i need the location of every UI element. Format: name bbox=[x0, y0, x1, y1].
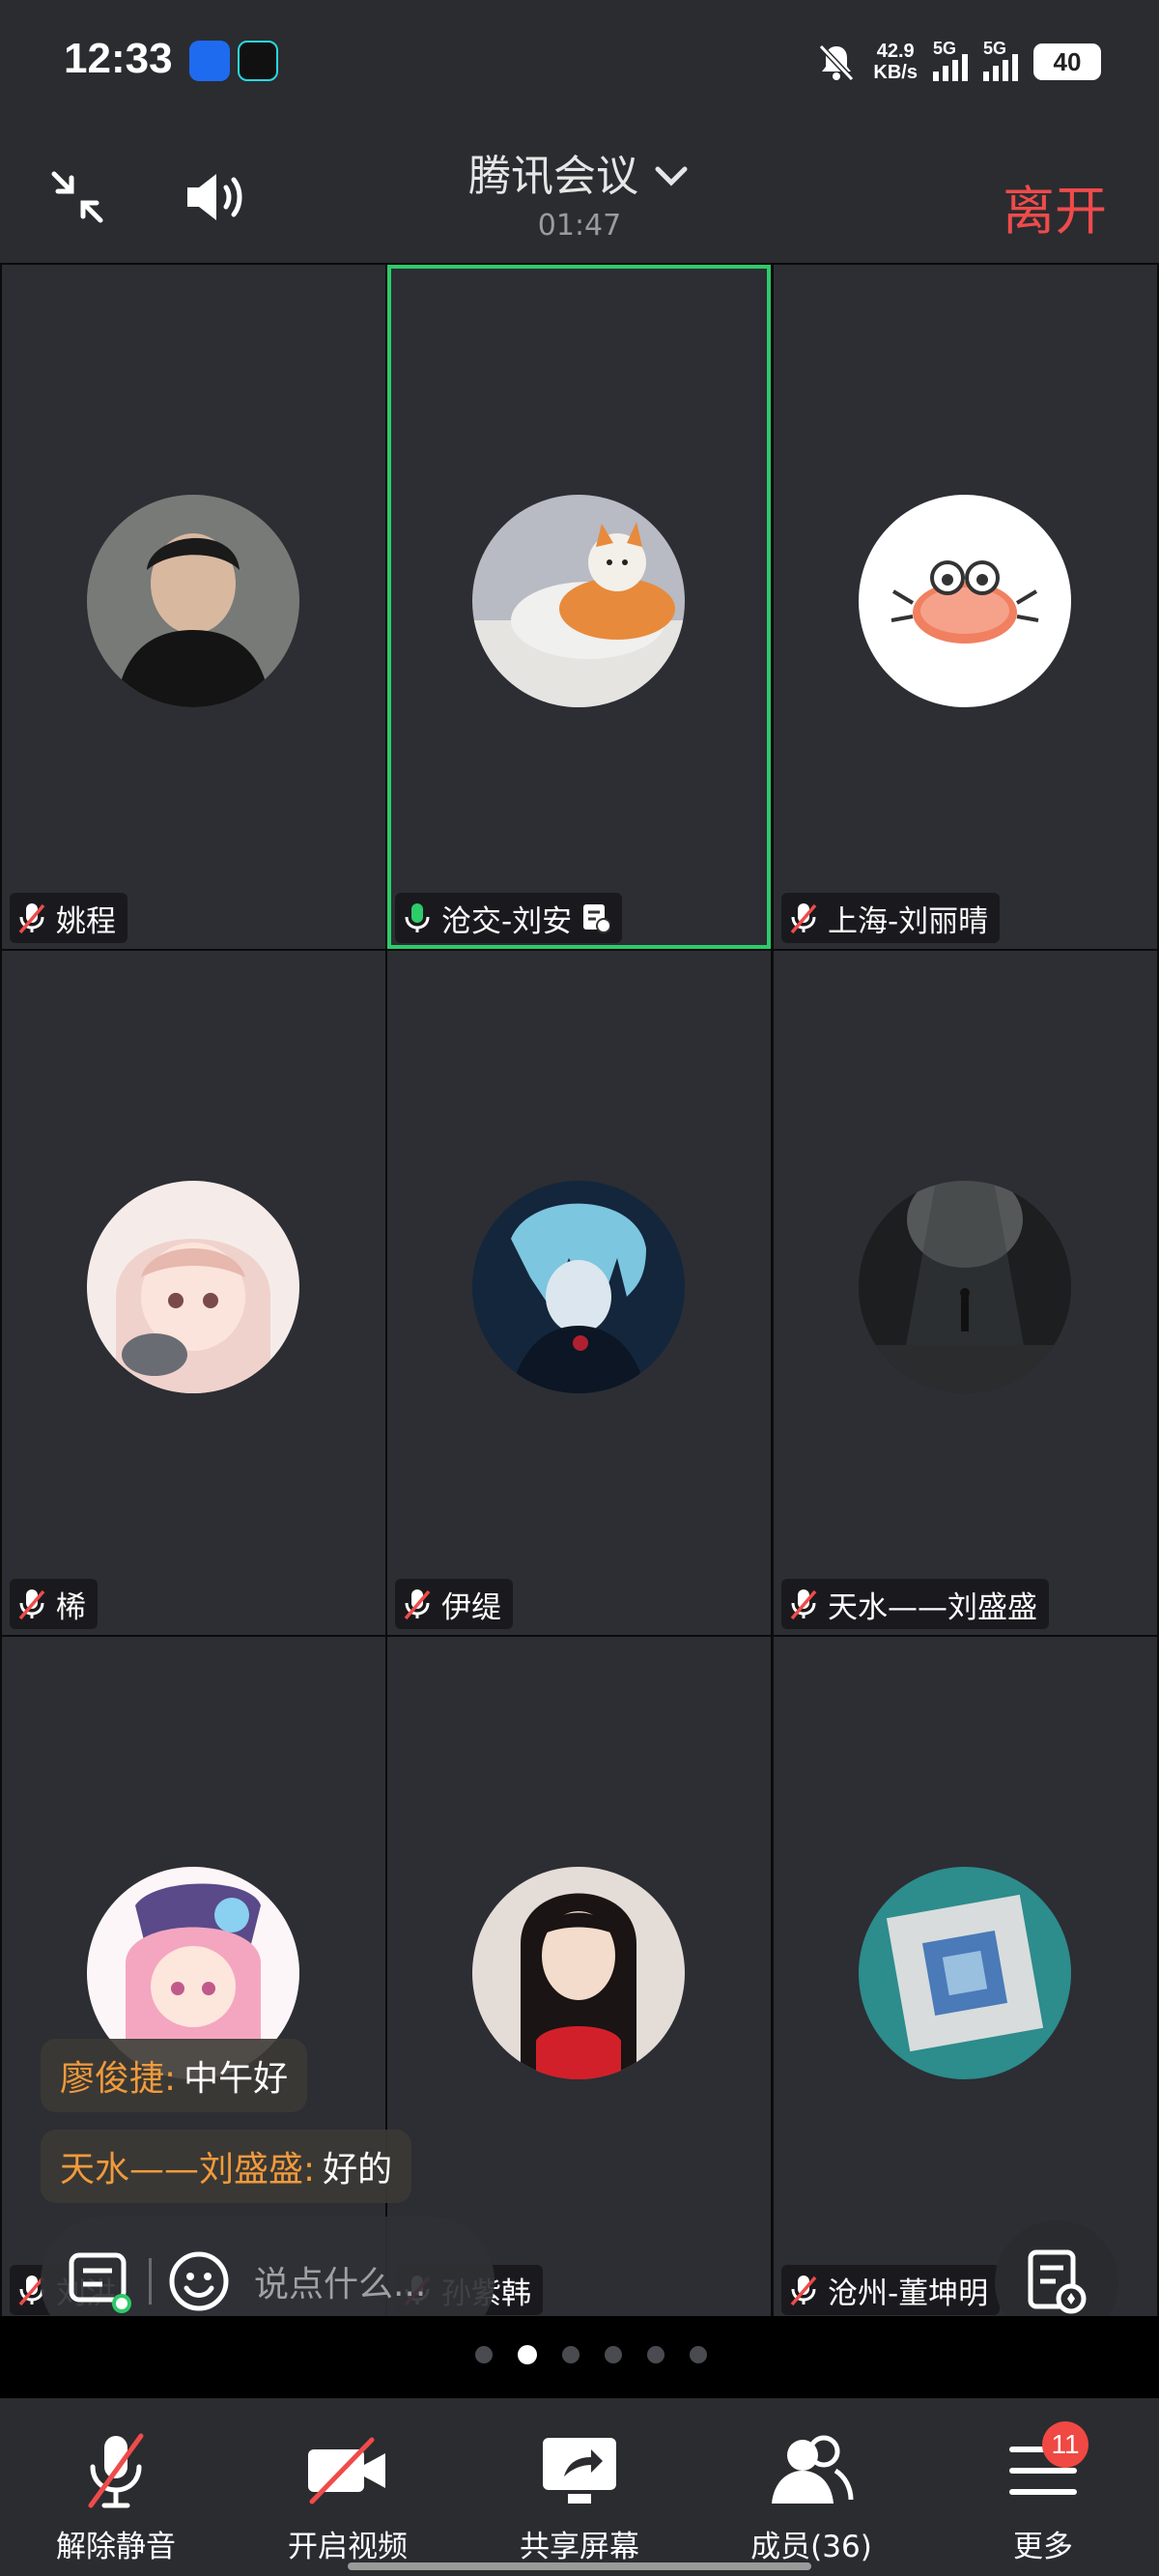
signal-icon: 5G bbox=[983, 39, 1018, 81]
participant-tile[interactable]: 天水——刘盛盛 bbox=[774, 951, 1157, 1635]
chat-message: 天水——刘盛盛: 好的 bbox=[41, 2130, 412, 2203]
members-icon bbox=[768, 2432, 855, 2509]
net-speed-unit: KB/s bbox=[873, 62, 918, 83]
status-time: 12:33 bbox=[64, 35, 173, 82]
divider bbox=[149, 2258, 152, 2304]
leave-button[interactable]: 离开 bbox=[1003, 168, 1107, 244]
chat-sender: 廖俊捷: bbox=[60, 2059, 177, 2099]
participant-grid: 姚程 沧交-刘安 上海-刘丽晴 桸 伊缇 天水——刘盛盛 沧州-董坤明 bbox=[0, 263, 1159, 2321]
participant-tile[interactable]: 沧交-刘安 bbox=[387, 265, 771, 949]
signal-label: 5G bbox=[933, 39, 957, 58]
meeting-title-text: 腾讯会议 bbox=[468, 152, 638, 201]
participant-name: 沧交-刘安 bbox=[441, 903, 573, 939]
home-indicator[interactable] bbox=[348, 2562, 811, 2570]
avatar bbox=[87, 495, 299, 707]
meeting-title[interactable]: 腾讯会议 bbox=[0, 141, 1159, 203]
participant-namebar: 沧交-刘安 bbox=[395, 893, 623, 943]
video-label: 开启视频 bbox=[288, 2530, 408, 2564]
net-speed: 42.9 KB/s bbox=[873, 41, 918, 83]
participant-name: 天水——刘盛盛 bbox=[828, 1589, 1037, 1625]
mic-muted-icon bbox=[17, 1588, 46, 1620]
participant-namebar: 天水——刘盛盛 bbox=[781, 1579, 1049, 1629]
meeting-header: 腾讯会议 01:47 离开 bbox=[0, 124, 1159, 263]
emoji-icon[interactable] bbox=[167, 2249, 231, 2313]
mic-muted-icon bbox=[789, 902, 818, 934]
start-video-button[interactable]: 开启视频 bbox=[232, 2398, 464, 2576]
participant-namebar: 桸 bbox=[10, 1579, 98, 1629]
page-dot[interactable] bbox=[605, 2346, 622, 2363]
chat-placeholder: 说点什么... bbox=[254, 2265, 427, 2304]
chat-text: 好的 bbox=[323, 2150, 393, 2190]
app-badge-icon bbox=[189, 41, 230, 81]
battery-icon: 40 bbox=[1033, 43, 1101, 80]
participant-name: 伊缇 bbox=[441, 1589, 501, 1625]
page-dot[interactable] bbox=[690, 2346, 707, 2363]
participant-tile[interactable]: 伊缇 bbox=[387, 951, 771, 1635]
mic-muted-icon bbox=[81, 2430, 151, 2511]
notification-badge: 11 bbox=[1042, 2421, 1088, 2468]
participant-namebar: 伊缇 bbox=[395, 1579, 513, 1629]
more-label: 更多 bbox=[1013, 2530, 1073, 2564]
avatar bbox=[859, 495, 1071, 707]
mic-muted-icon bbox=[789, 2274, 818, 2306]
chat-sender: 天水——刘盛盛: bbox=[60, 2150, 316, 2190]
mic-muted-icon bbox=[17, 902, 46, 934]
tiktok-icon bbox=[238, 41, 278, 81]
chat-message: 廖俊捷: 中午好 bbox=[41, 2039, 308, 2112]
page-dot[interactable] bbox=[475, 2346, 493, 2363]
notes-icon bbox=[1025, 2248, 1088, 2316]
page-indicator bbox=[0, 2316, 1159, 2393]
avatar bbox=[472, 1867, 685, 2079]
avatar bbox=[472, 1181, 685, 1393]
mic-muted-icon bbox=[789, 1588, 818, 1620]
participant-tile[interactable]: 上海-刘丽晴 bbox=[774, 265, 1157, 949]
meeting-duration: 01:47 bbox=[537, 209, 622, 243]
avatar bbox=[859, 1867, 1071, 2079]
members-label: 成员(36) bbox=[750, 2530, 872, 2564]
bottom-toolbar: 解除静音 开启视频 共享屏幕 成员(36) 11 更多 bbox=[0, 2398, 1159, 2576]
share-screen-icon bbox=[539, 2434, 620, 2507]
share-label: 共享屏幕 bbox=[520, 2530, 639, 2564]
unmute-button[interactable]: 解除静音 bbox=[0, 2398, 232, 2576]
share-screen-button[interactable]: 共享屏幕 bbox=[464, 2398, 695, 2576]
avatar bbox=[87, 1181, 299, 1393]
chat-toggle-icon[interactable] bbox=[66, 2247, 133, 2315]
members-button[interactable]: 成员(36) bbox=[695, 2398, 927, 2576]
chat-text: 中午好 bbox=[184, 2059, 289, 2099]
video-off-icon bbox=[304, 2436, 391, 2505]
avatar bbox=[859, 1181, 1071, 1393]
net-speed-value: 42.9 bbox=[876, 41, 915, 62]
mic-muted-icon bbox=[403, 1588, 432, 1620]
participant-namebar: 姚程 bbox=[10, 893, 127, 943]
participant-name: 姚程 bbox=[56, 903, 116, 939]
avatar bbox=[472, 495, 685, 707]
participant-tile[interactable]: 桸 bbox=[2, 951, 385, 1635]
mute-bell-icon bbox=[815, 41, 858, 83]
page-dot[interactable] bbox=[647, 2346, 664, 2363]
signal-label: 5G bbox=[983, 39, 1007, 58]
chevron-down-icon bbox=[652, 161, 691, 190]
participant-name: 上海-刘丽晴 bbox=[828, 903, 989, 939]
unmute-label: 解除静音 bbox=[56, 2530, 176, 2564]
participant-tile[interactable]: 沧州-董坤明 bbox=[774, 1637, 1157, 2321]
notes-icon bbox=[581, 902, 611, 933]
mic-active-icon bbox=[403, 902, 432, 934]
participant-tile[interactable]: 姚程 bbox=[2, 265, 385, 949]
status-bar: 12:33 42.9 KB/s 5G 5G 40 bbox=[0, 0, 1159, 124]
participant-name: 桸 bbox=[56, 1589, 86, 1625]
signal-icon: 5G bbox=[933, 39, 968, 81]
participant-name: 沧州-董坤明 bbox=[828, 2275, 989, 2311]
participant-namebar: 沧州-董坤明 bbox=[781, 2265, 1001, 2315]
more-button[interactable]: 11 更多 bbox=[927, 2398, 1159, 2576]
participant-namebar: 上海-刘丽晴 bbox=[781, 893, 1001, 943]
page-dot[interactable] bbox=[562, 2346, 580, 2363]
page-dot-active[interactable] bbox=[518, 2345, 537, 2364]
